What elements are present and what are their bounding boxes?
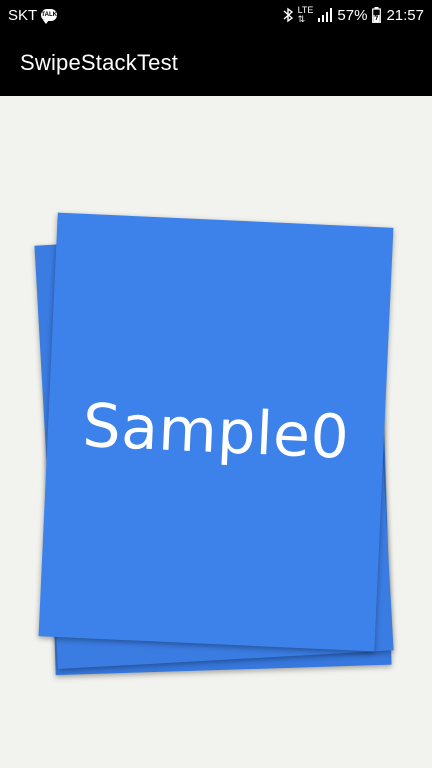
battery-charging-icon [372,7,382,23]
stack-card-top[interactable]: Sample0 [38,212,394,652]
battery-percent: 57% [337,6,368,24]
status-bar: SKT TALK LTE ⇅ 57% 21:57 [0,0,432,30]
app-bar: SwipeStackTest [0,30,432,96]
status-left: SKT TALK [8,6,58,24]
status-right: LTE ⇅ 57% 21:57 [283,6,424,24]
lte-icon: LTE ⇅ [298,6,314,24]
lte-arrows-icon: ⇅ [297,14,306,24]
carrier-label: SKT [8,6,38,24]
clock: 21:57 [386,6,424,24]
card-label: Sample0 [81,390,351,474]
chat-notification-icon: TALK [41,9,58,24]
swipe-stack[interactable]: Sample0 [0,96,432,768]
app-title: SwipeStackTest [20,50,179,75]
signal-icon [318,8,333,22]
bluetooth-icon [283,7,293,23]
